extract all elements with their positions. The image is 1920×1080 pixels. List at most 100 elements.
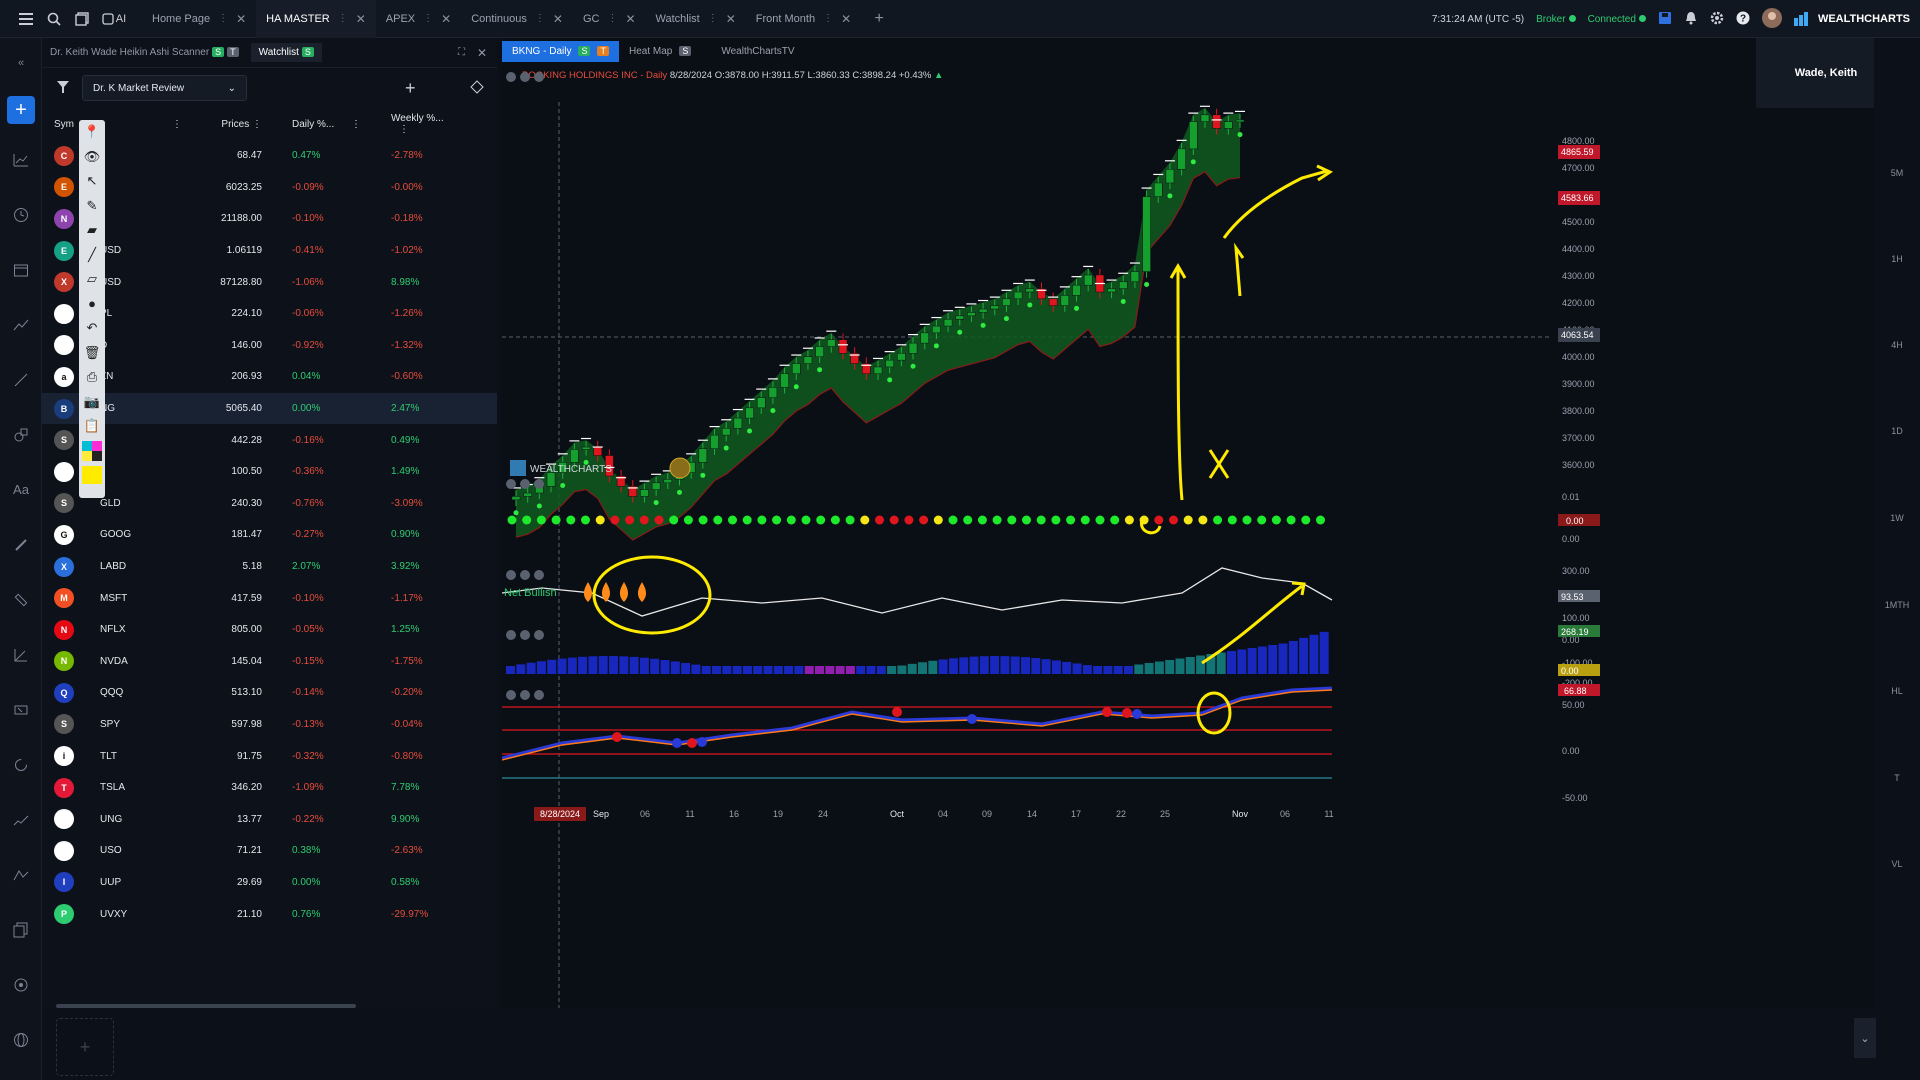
col-menu-icon[interactable]: ⋮: [252, 119, 262, 130]
add-widget-button[interactable]: +: [0, 88, 42, 132]
table-row[interactable]: X USD 87128.80 -1.06% 8.98%: [42, 266, 497, 298]
col-daily[interactable]: Daily %... ⋮: [272, 119, 367, 130]
col-menu-icon[interactable]: ⋮: [399, 124, 409, 135]
tag-icon[interactable]: [469, 79, 484, 97]
copy-icon[interactable]: [0, 902, 42, 957]
timeframe-1w[interactable]: 1W: [1874, 513, 1920, 523]
line-tool-icon[interactable]: [0, 352, 42, 407]
ruler-icon[interactable]: [0, 572, 42, 627]
tab-menu-icon[interactable]: ⋮: [535, 13, 545, 24]
marker-icon[interactable]: ▱: [79, 267, 105, 292]
chart-icon[interactable]: [0, 132, 42, 187]
table-row[interactable]: USO 71.21 0.38% -2.63%: [42, 835, 497, 867]
tab-home-page[interactable]: Home Page ⋮ ✕: [142, 0, 256, 38]
globe-icon[interactable]: [0, 1012, 42, 1067]
tab-apex[interactable]: APEX ⋮ ✕: [376, 0, 461, 38]
tab-menu-icon[interactable]: ⋮: [823, 13, 833, 24]
timeframe-t[interactable]: T: [1874, 773, 1920, 783]
add-tab-button[interactable]: +: [865, 5, 893, 33]
table-row[interactable]: B NG 5065.40 0.00% 2.47%: [42, 392, 497, 425]
table-row[interactable]: N NVDA 145.04 -0.15% -1.75%: [42, 646, 497, 678]
add-symbol-button[interactable]: +: [405, 78, 416, 99]
table-row[interactable]: T TSLA 346.20 -1.09% 7.78%: [42, 772, 497, 804]
tab-front-month[interactable]: Front Month ⋮ ✕: [746, 0, 861, 38]
close-icon[interactable]: ✕: [441, 12, 451, 26]
pencil-icon[interactable]: [0, 517, 42, 572]
table-row[interactable]: I UUP 29.69 0.00% 0.58%: [42, 867, 497, 899]
timeframe-vl[interactable]: VL: [1874, 859, 1920, 869]
line-icon[interactable]: ╱: [79, 243, 105, 268]
col-prices[interactable]: Prices ⋮: [192, 119, 272, 130]
target-icon[interactable]: [0, 957, 42, 1012]
tab-ha-master[interactable]: HA MASTER ⋮ ✕: [256, 0, 376, 38]
text-icon[interactable]: Aa: [0, 462, 42, 517]
timeframe-hl[interactable]: HL: [1874, 686, 1920, 696]
broker-status[interactable]: Broker: [1536, 14, 1576, 25]
tab-menu-icon[interactable]: ⋮: [423, 13, 433, 24]
table-row[interactable]: a ZN 206.93 0.04% -0.60%: [42, 361, 497, 393]
col-weekly[interactable]: Weekly %... ⋮: [367, 113, 462, 135]
color-swatch-icon[interactable]: [79, 439, 105, 464]
tab-scanner[interactable]: Dr. Keith Wade Heikin Ashi Scanner S T: [50, 47, 239, 58]
col-symbol[interactable]: Sym ⋮: [42, 119, 192, 130]
yellow-color-icon[interactable]: [79, 463, 105, 488]
timeframe-5m[interactable]: 5M: [1874, 168, 1920, 178]
close-icon[interactable]: ✕: [625, 12, 635, 26]
table-row[interactable]: N NFLX 805.00 -0.05% 1.25%: [42, 614, 497, 646]
watchlist-select[interactable]: Dr. K Market Review ⌄: [82, 75, 247, 101]
measure-icon[interactable]: [0, 627, 42, 682]
tab-continuous[interactable]: Continuous ⋮ ✕: [461, 0, 573, 38]
table-row[interactable]: UNG 13.77 -0.22% 9.90%: [42, 803, 497, 835]
indicator-icon[interactable]: [0, 792, 42, 847]
refresh-icon[interactable]: [0, 737, 42, 792]
table-row[interactable]: M MSFT 417.59 -0.10% -1.17%: [42, 582, 497, 614]
camera-icon[interactable]: 📷: [79, 390, 105, 415]
clipboard-icon[interactable]: 📋: [79, 414, 105, 439]
table-row[interactable]: D 146.00 -0.92% -1.32%: [42, 330, 497, 362]
table-row[interactable]: E USD 1.06119 -0.41% -1.02%: [42, 235, 497, 267]
filter-icon[interactable]: [56, 80, 70, 97]
close-icon[interactable]: ✕: [841, 12, 851, 26]
tab-watchlist[interactable]: Watchlist ⋮ ✕: [646, 0, 746, 38]
save-icon[interactable]: [1658, 11, 1672, 28]
tab-menu-icon[interactable]: ⋮: [607, 13, 617, 24]
dot-icon[interactable]: ●: [79, 292, 105, 317]
eraser-icon[interactable]: [0, 682, 42, 737]
search-icon[interactable]: [40, 5, 68, 33]
avatar[interactable]: [1761, 7, 1782, 31]
table-row[interactable]: E 6023.25 -0.09% -0.00%: [42, 172, 497, 204]
table-row[interactable]: PL 224.10 -0.06% -1.26%: [42, 298, 497, 330]
timeframe-1mth[interactable]: 1MTH: [1874, 600, 1920, 610]
clock-icon[interactable]: [0, 187, 42, 242]
timeframe-1h[interactable]: 1H: [1874, 254, 1920, 264]
tab-watchlist[interactable]: Watchlist S: [250, 43, 322, 62]
table-row[interactable]: C 68.47 0.47% -2.78%: [42, 140, 497, 172]
collapse-icon[interactable]: «: [0, 38, 42, 88]
shapes-icon[interactable]: [0, 407, 42, 462]
eye-icon[interactable]: 👁: [79, 145, 105, 170]
layout-icon[interactable]: [68, 5, 96, 33]
table-row[interactable]: i TLT 91.75 -0.32% -0.80%: [42, 740, 497, 772]
close-icon[interactable]: ✕: [553, 12, 563, 26]
highlighter-icon[interactable]: ▰: [79, 218, 105, 243]
close-panel-icon[interactable]: ✕: [477, 46, 487, 60]
table-row[interactable]: Q QQQ 513.10 -0.14% -0.20%: [42, 677, 497, 709]
price-chart[interactable]: 4800.004700.004600.004500.004400.004300.…: [502, 38, 1874, 1008]
cursor-icon[interactable]: ↖: [79, 169, 105, 194]
table-row[interactable]: G GOOG 181.47 -0.27% 0.90%: [42, 519, 497, 551]
tab-menu-icon[interactable]: ⋮: [708, 13, 718, 24]
pen-icon[interactable]: ✎: [79, 194, 105, 219]
chevron-down-icon[interactable]: ⌄: [1854, 1018, 1876, 1058]
calendar-icon[interactable]: [0, 242, 42, 297]
trend-icon[interactable]: [0, 297, 42, 352]
print-icon[interactable]: ⎙: [79, 365, 105, 390]
close-icon[interactable]: ✕: [726, 12, 736, 26]
menu-icon[interactable]: [12, 5, 40, 33]
gear-icon[interactable]: [1710, 11, 1724, 28]
tab-menu-icon[interactable]: ⋮: [218, 13, 228, 24]
table-row[interactable]: S GLD 240.30 -0.76% -3.09%: [42, 488, 497, 520]
timeframe-1d[interactable]: 1D: [1874, 426, 1920, 436]
strategy-icon[interactable]: [0, 847, 42, 902]
ai-assistant-button[interactable]: AI: [96, 5, 132, 33]
tab-menu-icon[interactable]: ⋮: [338, 13, 348, 24]
